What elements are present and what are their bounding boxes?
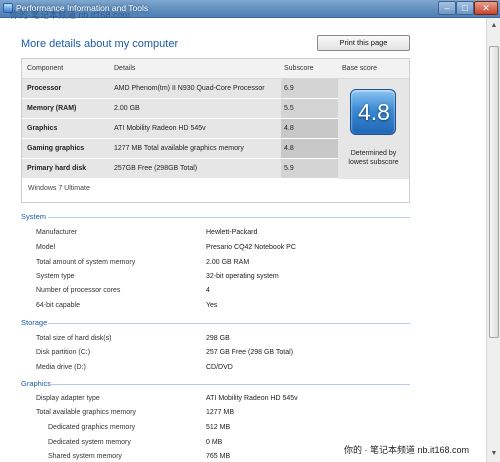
- detail-value: 512 MB: [206, 424, 231, 431]
- maximize-button[interactable]: □: [456, 1, 474, 15]
- detail-label: Disk partition (C:): [36, 349, 91, 356]
- section-divider: [48, 384, 410, 385]
- component-name: Graphics: [27, 125, 58, 132]
- detail-label: Total amount of system memory: [36, 259, 136, 266]
- scroll-thumb[interactable]: [489, 46, 499, 338]
- detail-label: Manufacturer: [36, 229, 78, 236]
- detail-value: 765 MB: [206, 453, 231, 460]
- detail-label: Total available graphics memory: [36, 409, 136, 416]
- section-divider: [48, 323, 410, 324]
- section-divider: [48, 217, 410, 218]
- col-subscore: Subscore: [284, 65, 314, 72]
- watermark-bottom: 你的 · 笔记本频道 nb.it168.com: [344, 443, 470, 456]
- table-row: Graphics ATI Mobility Radeon HD 545v 4.8: [22, 119, 338, 139]
- subscore-value: 5.5: [284, 105, 294, 112]
- subscore-value: 4.8: [284, 125, 294, 132]
- detail-label: Shared system memory: [48, 453, 122, 460]
- section-system-title: System: [21, 212, 47, 221]
- base-score-value: 4.8: [358, 99, 390, 125]
- minimize-button[interactable]: –: [438, 1, 456, 15]
- subscore-value: 4.8: [284, 145, 294, 152]
- subscore-value: 6.9: [284, 85, 294, 92]
- detail-value: Hewlett-Packard: [206, 229, 258, 236]
- page-heading: More details about my computer: [21, 38, 179, 50]
- detail-value: Yes: [206, 302, 218, 309]
- detail-value: CD/DVD: [206, 364, 233, 371]
- col-component: Component: [27, 65, 64, 72]
- score-table: Component Details Subscore Base score Pr…: [21, 58, 410, 203]
- component-name: Processor: [27, 85, 62, 92]
- os-edition: Windows 7 Ultimate: [28, 185, 90, 192]
- section-graphics-title: Graphics: [21, 379, 52, 388]
- detail-value: ATI Mobility Radeon HD 545v: [206, 395, 298, 402]
- component-name: Gaming graphics: [27, 145, 85, 152]
- watermark-top: 你的·笔记本频道 nb.it168.com: [10, 10, 131, 20]
- close-button[interactable]: ✕: [474, 1, 498, 15]
- subscore-value: 5.9: [284, 165, 294, 172]
- detail-value: 4: [206, 287, 210, 294]
- col-base-score: Base score: [342, 65, 378, 72]
- component-details: 257GB Free (298GB Total): [114, 165, 198, 172]
- detail-value: 32-bit operating system: [206, 273, 279, 280]
- scroll-down-arrow-icon[interactable]: ▼: [488, 448, 500, 460]
- base-score-description: Determined by lowest subscore: [348, 150, 399, 166]
- detail-value: Presario CQ42 Notebook PC: [206, 244, 296, 251]
- detail-label: Dedicated system memory: [48, 439, 131, 446]
- detail-label: Media drive (D:): [36, 364, 86, 371]
- detail-label: System type: [36, 273, 75, 280]
- detail-label: Dedicated graphics memory: [48, 424, 136, 431]
- detail-value: 298 GB: [206, 335, 230, 342]
- detail-label: Display adapter type: [36, 395, 100, 402]
- detail-label: 64-bit capable: [36, 302, 80, 309]
- print-page-button[interactable]: Print this page: [317, 35, 410, 51]
- detail-value: 0 MB: [206, 439, 223, 446]
- scroll-up-arrow-icon[interactable]: ▲: [488, 20, 500, 32]
- table-row: Gaming graphics 1277 MB Total available …: [22, 139, 338, 159]
- component-name: Primary hard disk: [27, 165, 87, 172]
- base-score-badge-icon: 4.8: [350, 89, 396, 135]
- detail-value: 2.00 GB RAM: [206, 259, 250, 266]
- detail-value: 1277 MB: [206, 409, 235, 416]
- col-details: Details: [114, 65, 136, 72]
- detail-value: 257 GB Free (298 GB Total): [206, 349, 294, 356]
- table-row: Primary hard disk 257GB Free (298GB Tota…: [22, 159, 338, 179]
- section-storage-title: Storage: [21, 318, 48, 327]
- component-name: Memory (RAM): [27, 105, 77, 112]
- detail-label: Model: [36, 244, 56, 251]
- detail-label: Total size of hard disk(s): [36, 335, 112, 342]
- component-details: 2.00 GB: [114, 105, 140, 112]
- component-details: AMD Phenom(tm) II N930 Quad-Core Process…: [114, 85, 265, 92]
- component-details: 1277 MB Total available graphics memory: [114, 145, 244, 152]
- component-details: ATI Mobility Radeon HD 545v: [114, 125, 206, 132]
- table-row: Processor AMD Phenom(tm) II N930 Quad-Co…: [22, 79, 338, 99]
- table-row: Memory (RAM) 2.00 GB 5.5: [22, 99, 338, 119]
- vertical-scrollbar[interactable]: ▲ ▼: [486, 18, 500, 462]
- base-score-panel: 4.8 Determined by lowest subscore: [338, 79, 409, 179]
- detail-label: Number of processor cores: [36, 287, 121, 294]
